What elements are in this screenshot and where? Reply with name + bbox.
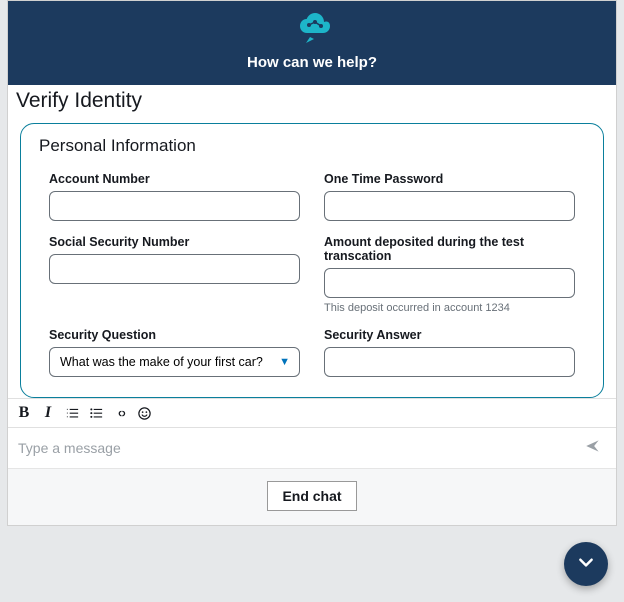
unordered-list-icon[interactable] (86, 403, 106, 423)
compose-row (8, 428, 616, 468)
italic-icon[interactable]: I (38, 403, 58, 423)
personal-info-panel: Personal Information Account Number One … (20, 123, 604, 398)
send-icon[interactable] (580, 437, 606, 460)
message-input[interactable] (18, 436, 580, 460)
field-otp: One Time Password (324, 172, 575, 221)
minimize-chat-button[interactable] (564, 542, 608, 586)
otp-input[interactable] (324, 191, 575, 221)
cloud-chat-icon (288, 9, 336, 50)
chat-header: How can we help? (8, 1, 616, 85)
panel-title: Personal Information (39, 136, 585, 156)
page-title: Verify Identity (8, 85, 616, 123)
chat-body-scroll[interactable]: Verify Identity Personal Information Acc… (8, 85, 616, 398)
ordered-list-icon[interactable] (62, 403, 82, 423)
security-question-selected: What was the make of your first car? (60, 355, 263, 369)
chat-window: How can we help? Verify Identity Persona… (7, 0, 617, 526)
ssn-input[interactable] (49, 254, 300, 284)
account-number-label: Account Number (49, 172, 300, 186)
compose-toolbar: B I (8, 398, 616, 428)
field-security-question: Security Question What was the make of y… (49, 328, 300, 377)
field-deposit: Amount deposited during the test transca… (324, 235, 575, 314)
ssn-label: Social Security Number (49, 235, 300, 249)
header-title: How can we help? (8, 54, 616, 71)
field-account-number: Account Number (49, 172, 300, 221)
field-ssn: Social Security Number (49, 235, 300, 314)
deposit-input[interactable] (324, 268, 575, 298)
form-grid: Account Number One Time Password Social … (39, 172, 585, 377)
otp-label: One Time Password (324, 172, 575, 186)
account-number-input[interactable] (49, 191, 300, 221)
end-chat-button[interactable]: End chat (267, 481, 356, 511)
chevron-down-icon (577, 553, 595, 576)
security-answer-label: Security Answer (324, 328, 575, 342)
security-question-select[interactable]: What was the make of your first car? (49, 347, 300, 377)
emoji-icon[interactable] (134, 403, 154, 423)
security-question-label: Security Question (49, 328, 300, 342)
deposit-label: Amount deposited during the test transca… (324, 235, 575, 263)
bold-icon[interactable]: B (14, 403, 34, 423)
deposit-helper-text: This deposit occurred in account 1234 (324, 302, 575, 314)
security-answer-input[interactable] (324, 347, 575, 377)
chat-footer: End chat (8, 468, 616, 525)
link-icon[interactable] (110, 403, 130, 423)
field-security-answer: Security Answer (324, 328, 575, 377)
